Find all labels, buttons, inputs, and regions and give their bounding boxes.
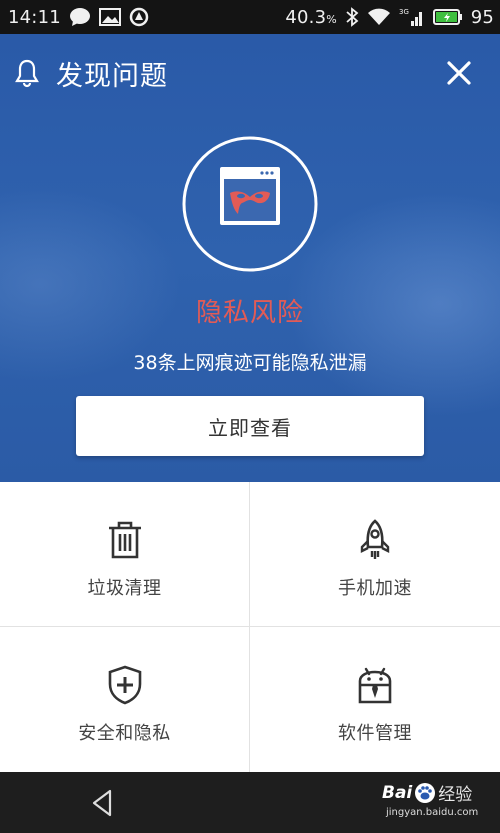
watermark-brand-right: 经验 xyxy=(438,785,473,805)
network-type-label: 3G xyxy=(399,8,409,16)
tool-software-management[interactable]: 软件管理 xyxy=(250,627,500,772)
shield-plus-icon xyxy=(105,665,145,705)
tool-phone-speedup[interactable]: 手机加速 xyxy=(250,482,500,627)
battery-level: 95 xyxy=(470,6,494,28)
watermark-url: jingyan.baidu.com xyxy=(386,807,479,818)
battery-percent-text: 40.3% xyxy=(285,7,336,28)
tool-junk-cleanup[interactable]: 垃圾清理 xyxy=(0,482,250,627)
tool-security-privacy[interactable]: 安全和隐私 xyxy=(0,627,250,772)
privacy-risk-badge xyxy=(180,134,320,274)
bell-icon xyxy=(14,58,40,88)
app-notification-icon xyxy=(129,7,149,27)
view-now-button[interactable]: 立即查看 xyxy=(76,396,424,456)
baidu-jingyan-watermark: Bai 经验 jingyan.baidu.com xyxy=(382,780,498,828)
tool-label: 垃圾清理 xyxy=(87,578,162,599)
tool-label: 安全和隐私 xyxy=(78,723,171,744)
status-bar-left: 14:11 xyxy=(8,7,149,28)
baidu-paw-icon xyxy=(414,782,436,804)
close-icon[interactable] xyxy=(444,58,474,88)
wifi-icon xyxy=(367,8,391,26)
status-bar: 14:11 40.3% 3G 95 xyxy=(0,0,500,34)
tool-label: 手机加速 xyxy=(338,578,412,599)
status-time: 14:11 xyxy=(8,6,61,28)
privacy-mask-icon xyxy=(182,136,318,272)
chat-bubble-icon xyxy=(69,7,91,27)
signal-3g-icon: 3G xyxy=(399,7,425,27)
top-bar: 发现问题 xyxy=(0,34,500,112)
android-tie-icon xyxy=(355,665,395,705)
tool-label: 软件管理 xyxy=(338,723,412,744)
watermark-brand-left: Bai xyxy=(382,782,413,803)
rocket-icon xyxy=(355,519,395,560)
risk-title: 隐私风险 xyxy=(195,298,304,328)
system-nav-bar: Bai 经验 jingyan.baidu.com xyxy=(0,772,500,833)
risk-description: 38条上网痕迹可能隐私泄漏 xyxy=(133,352,367,374)
trash-icon xyxy=(105,520,145,560)
watermark-brand: Bai 经验 xyxy=(382,780,498,805)
bluetooth-icon xyxy=(345,7,359,27)
page-title: 发现问题 xyxy=(56,61,168,92)
battery-percent-sign: % xyxy=(326,12,337,26)
battery-percent-value: 40.3 xyxy=(285,6,327,28)
battery-icon xyxy=(432,8,463,26)
tools-grid: 垃圾清理 手机加速 安全和隐私 软件管理 xyxy=(0,482,500,772)
risk-alert-panel: 发现问题 隐私风险 38条上网痕迹可能隐私泄漏 立即查看 xyxy=(0,34,500,482)
status-bar-right: 40.3% 3G 95 xyxy=(285,7,494,28)
back-icon[interactable] xyxy=(88,788,118,818)
gallery-icon xyxy=(98,8,121,26)
